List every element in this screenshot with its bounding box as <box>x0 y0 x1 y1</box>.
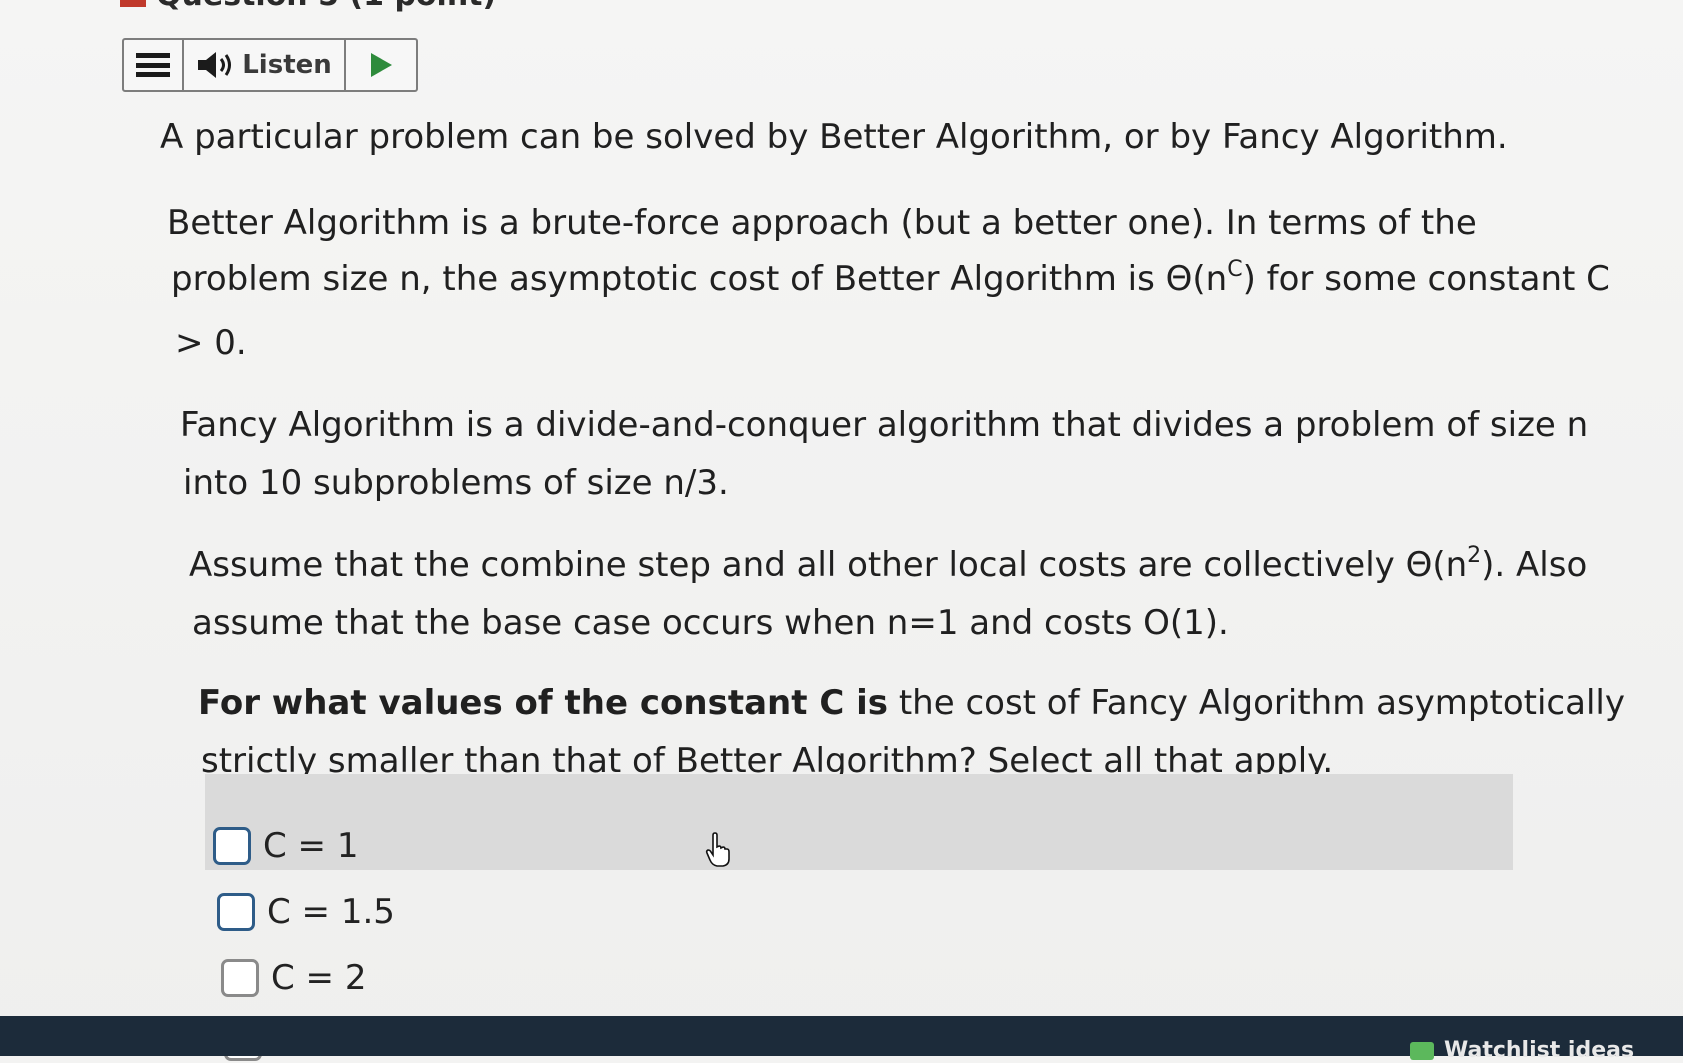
question-prompt-line-1: For what values of the constant C is the… <box>198 674 1625 732</box>
watchlist-widget[interactable]: Watchlist ideas <box>1410 1038 1634 1063</box>
choice-label: C = 2 <box>271 958 367 998</box>
bold-prompt: For what values of the constant C is <box>198 683 889 723</box>
text-span: the cost of Fancy Algorithm asymptotical… <box>888 683 1625 723</box>
question-title: Question 5 (1 point) <box>156 0 496 13</box>
hamburger-menu-icon <box>136 53 170 77</box>
watchlist-label: Watchlist ideas <box>1444 1038 1635 1063</box>
text-span: Assume that the combine step and all oth… <box>189 545 1468 585</box>
question-paragraph-2-line-1: Better Algorithm is a brute-force approa… <box>167 203 1477 243</box>
listen-toolbar: Listen <box>122 38 418 92</box>
play-button[interactable] <box>346 40 416 90</box>
choice-option-1[interactable]: C = 1 <box>213 826 358 866</box>
text-span: problem size n, the asymptotic cost of B… <box>171 259 1228 299</box>
question-paragraph-2-line-3: > 0. <box>175 323 247 363</box>
question-paragraph-1: A particular problem can be solved by Be… <box>160 117 1508 157</box>
watchlist-icon <box>1410 1041 1434 1060</box>
listen-button[interactable]: Listen <box>184 40 346 90</box>
quiz-page: Question 5 (1 point) Listen A particular… <box>0 0 1683 1063</box>
question-paragraph-3-line-1: Fancy Algorithm is a divide-and-conquer … <box>180 405 1589 445</box>
checkbox[interactable] <box>221 959 259 997</box>
hand-cursor-icon <box>705 832 730 867</box>
checkbox[interactable] <box>217 893 255 931</box>
choice-label: C = 1 <box>263 826 359 866</box>
flag-icon <box>120 0 146 7</box>
choice-option-3[interactable]: C = 2 <box>221 958 366 998</box>
superscript: 2 <box>1467 543 1482 568</box>
toolbar-menu-button[interactable] <box>124 40 184 90</box>
listen-label: Listen <box>242 50 332 80</box>
text-span: ). Also <box>1481 545 1588 585</box>
choice-option-2[interactable]: C = 1.5 <box>217 892 395 932</box>
choice-label: C = 1.5 <box>267 892 395 932</box>
question-header: Question 5 (1 point) <box>120 0 496 13</box>
superscript: C <box>1227 257 1243 282</box>
question-paragraph-4-line-2: assume that the base case occurs when n=… <box>192 603 1229 643</box>
speaker-icon <box>198 52 232 78</box>
play-icon <box>371 53 392 77</box>
question-paragraph-2-line-2: problem size n, the asymptotic cost of B… <box>171 250 1610 308</box>
text-span: ) for some constant C <box>1242 259 1610 299</box>
checkbox[interactable] <box>213 827 251 865</box>
question-paragraph-3-line-2: into 10 subproblems of size n/3. <box>183 463 729 503</box>
question-paragraph-4-line-1: Assume that the combine step and all oth… <box>189 536 1587 594</box>
choice-hover-highlight <box>205 774 1513 870</box>
